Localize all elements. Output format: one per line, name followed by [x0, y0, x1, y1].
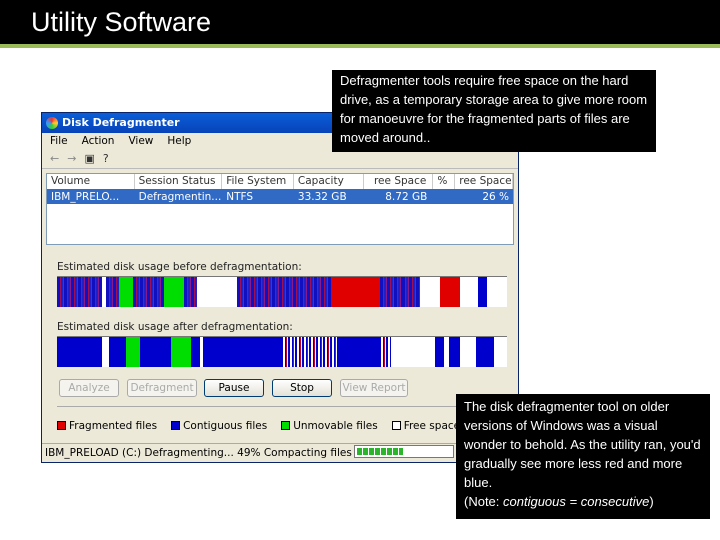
disk-segment-free — [459, 337, 476, 367]
disk-segment-free — [493, 337, 507, 367]
disk-segment-free — [101, 337, 109, 367]
col-percent-free[interactable]: ree Space — [455, 174, 513, 189]
list-header: Volume Session Status File System Capaci… — [47, 174, 513, 189]
legend-free: Free space — [391, 420, 460, 432]
disk-segment-free — [419, 337, 436, 367]
disk-segment-fragmented — [330, 277, 380, 307]
disk-segment-free — [197, 277, 238, 307]
col-percent[interactable]: % — [433, 174, 456, 189]
disk-segment-sparse — [379, 337, 391, 367]
analyze-button[interactable]: Analyze — [59, 379, 119, 397]
slide-title: Utility Software — [0, 0, 720, 44]
col-volume[interactable]: Volume — [47, 174, 135, 189]
disk-segment-free — [420, 277, 441, 307]
menu-help[interactable]: Help — [167, 135, 191, 151]
cell-percent-free: 26 % — [482, 190, 509, 203]
menu-action[interactable]: Action — [82, 135, 115, 151]
before-label: Estimated disk usage before defragmentat… — [57, 261, 302, 273]
defrag-app-icon — [46, 117, 58, 129]
disk-segment-contiguous — [191, 337, 201, 367]
note-top: Defragmenter tools require free space on… — [332, 70, 656, 152]
progress-fill — [357, 448, 404, 455]
disk-segment-contiguous — [478, 277, 487, 307]
legend: Fragmented files Contiguous files Unmova… — [57, 420, 460, 432]
legend-fragmented: Fragmented files — [57, 420, 157, 432]
back-icon[interactable]: ← — [50, 152, 59, 168]
col-free-space[interactable]: ree Space — [364, 174, 434, 189]
disk-segment-unmovable — [163, 277, 184, 307]
disk-segment-unmovable — [171, 337, 192, 367]
toolbar: ← → ▣ ? — [42, 151, 518, 169]
disk-defragmenter-window: Disk Defragmenter File Action View Help … — [41, 112, 519, 463]
unmovable-swatch — [281, 421, 291, 430]
disk-segment-contiguous — [339, 337, 380, 367]
disk-segment-free — [486, 277, 507, 307]
title-underline — [0, 44, 720, 48]
defragment-button[interactable]: Defragment — [127, 379, 197, 397]
divider — [57, 406, 507, 407]
disk-segment-contiguous — [475, 337, 494, 367]
stop-button[interactable]: Stop — [272, 379, 332, 397]
pause-button[interactable]: Pause — [204, 379, 264, 397]
cell-volume: IBM_PRELO... — [51, 190, 120, 203]
disk-segment-mixed — [106, 277, 120, 307]
note-emphasis: contiguous = consecutive — [503, 494, 650, 509]
disk-segment-mixed — [183, 277, 198, 307]
disk-segment-contiguous — [108, 337, 127, 367]
contiguous-swatch — [171, 421, 181, 430]
disk-segment-fragmented — [440, 277, 461, 307]
col-capacity[interactable]: Capacity — [294, 174, 364, 189]
after-label: Estimated disk usage after defragmentati… — [57, 321, 293, 333]
cell-status: Defragmentin... — [138, 190, 222, 203]
disk-segment-mixed — [57, 277, 102, 307]
note-bottom-text: The disk defragmenter tool on older vers… — [464, 399, 701, 490]
disk-segment-contiguous — [435, 337, 445, 367]
view-report-button[interactable]: View Report — [340, 379, 408, 397]
volume-list: Volume Session Status File System Capaci… — [46, 173, 514, 245]
window-title: Disk Defragmenter — [62, 116, 180, 129]
disk-map-before — [57, 276, 507, 307]
progress-bar — [354, 445, 454, 458]
cell-capacity: 33.32 GB — [297, 190, 347, 203]
disk-segment-mixed — [402, 277, 421, 307]
disk-segment-contiguous — [57, 337, 102, 367]
col-file-system[interactable]: File System — [222, 174, 294, 189]
disk-segment-free — [390, 337, 420, 367]
disk-segment-free — [460, 277, 479, 307]
disk-segment-contiguous — [448, 337, 460, 367]
disk-segment-contiguous — [202, 337, 281, 367]
disk-segment-sparse — [280, 337, 340, 367]
disk-segment-unmovable — [126, 337, 140, 367]
disk-segment-contiguous — [139, 337, 172, 367]
menu-view[interactable]: View — [128, 135, 153, 151]
cell-free: 8.72 GB — [385, 190, 428, 203]
disk-segment-mixed — [132, 277, 164, 307]
help-icon[interactable]: ? — [103, 152, 109, 168]
disk-segment-mixed — [379, 277, 403, 307]
properties-icon[interactable]: ▣ — [84, 152, 94, 168]
legend-unmovable: Unmovable files — [281, 420, 378, 432]
fragmented-swatch — [57, 421, 66, 430]
note-bottom: The disk defragmenter tool on older vers… — [456, 394, 710, 519]
legend-contiguous: Contiguous files — [171, 420, 267, 432]
forward-icon[interactable]: → — [67, 152, 76, 168]
menu-file[interactable]: File — [50, 135, 68, 151]
free-swatch — [391, 421, 401, 430]
table-row[interactable]: IBM_PRELO... Defragmentin... NTFS 33.32 … — [47, 189, 513, 204]
disk-map-after — [57, 336, 507, 367]
disk-segment-unmovable — [119, 277, 133, 307]
disk-segment-mixed — [237, 277, 331, 307]
cell-fs: NTFS — [226, 190, 254, 203]
col-session-status[interactable]: Session Status — [135, 174, 223, 189]
